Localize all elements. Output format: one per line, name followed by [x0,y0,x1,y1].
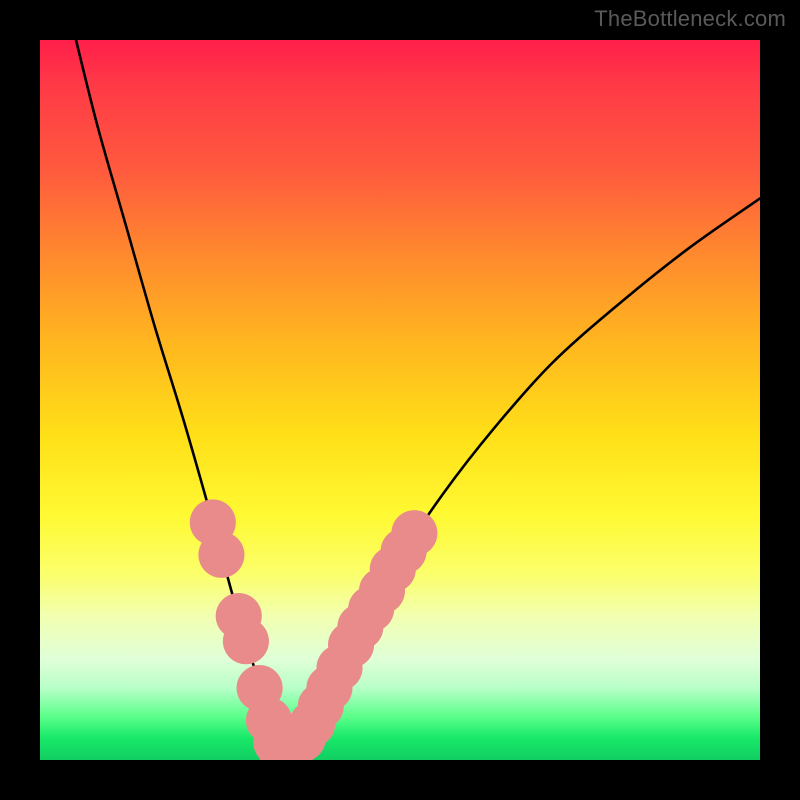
chart-svg [40,40,760,760]
plot-area [40,40,760,760]
marker-point [198,532,244,578]
chart-container: TheBottleneck.com [0,0,800,800]
bottleneck-curve [76,40,760,753]
marker-point [223,618,269,664]
attribution-text: TheBottleneck.com [594,6,786,32]
highlighted-points [190,499,438,760]
marker-point [391,510,437,556]
